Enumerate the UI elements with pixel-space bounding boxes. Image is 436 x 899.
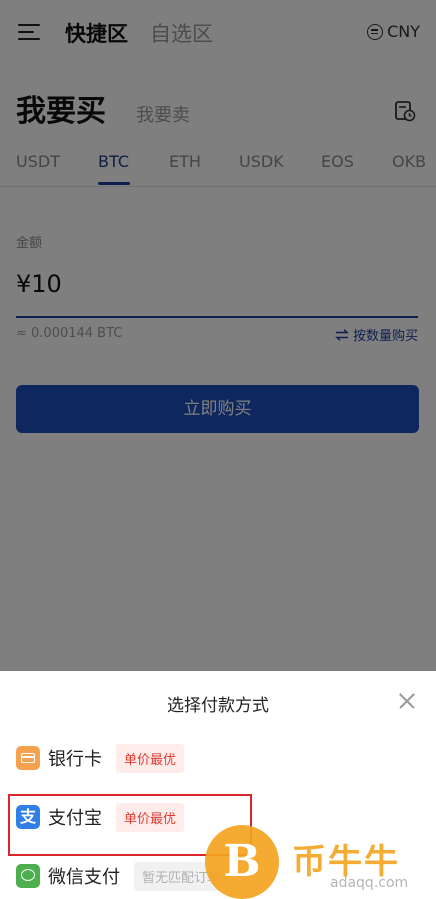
payment-option-wechat-pay[interactable]: 微信支付 暂无匹配订单 bbox=[16, 861, 229, 891]
bank-card-icon bbox=[16, 746, 40, 770]
sheet-title: 选择付款方式 bbox=[167, 696, 269, 716]
wechat-pay-icon bbox=[16, 864, 40, 888]
watermark-url: adaqq.com bbox=[330, 875, 409, 891]
payment-option-label: 银行卡 bbox=[48, 749, 102, 770]
payment-option-label: 微信支付 bbox=[48, 867, 120, 888]
best-price-badge: 单价最优 bbox=[116, 743, 185, 773]
modal-backdrop[interactable] bbox=[0, 0, 436, 671]
close-icon[interactable] bbox=[399, 693, 415, 709]
watermark-logo-glyph: B bbox=[223, 836, 261, 887]
payment-option-bank-card[interactable]: 银行卡 单价最优 bbox=[16, 743, 185, 773]
app-screen: 快捷区 自选区 CNY 我要买 我要卖 USDT BTC ETH USDK EO… bbox=[0, 0, 436, 899]
